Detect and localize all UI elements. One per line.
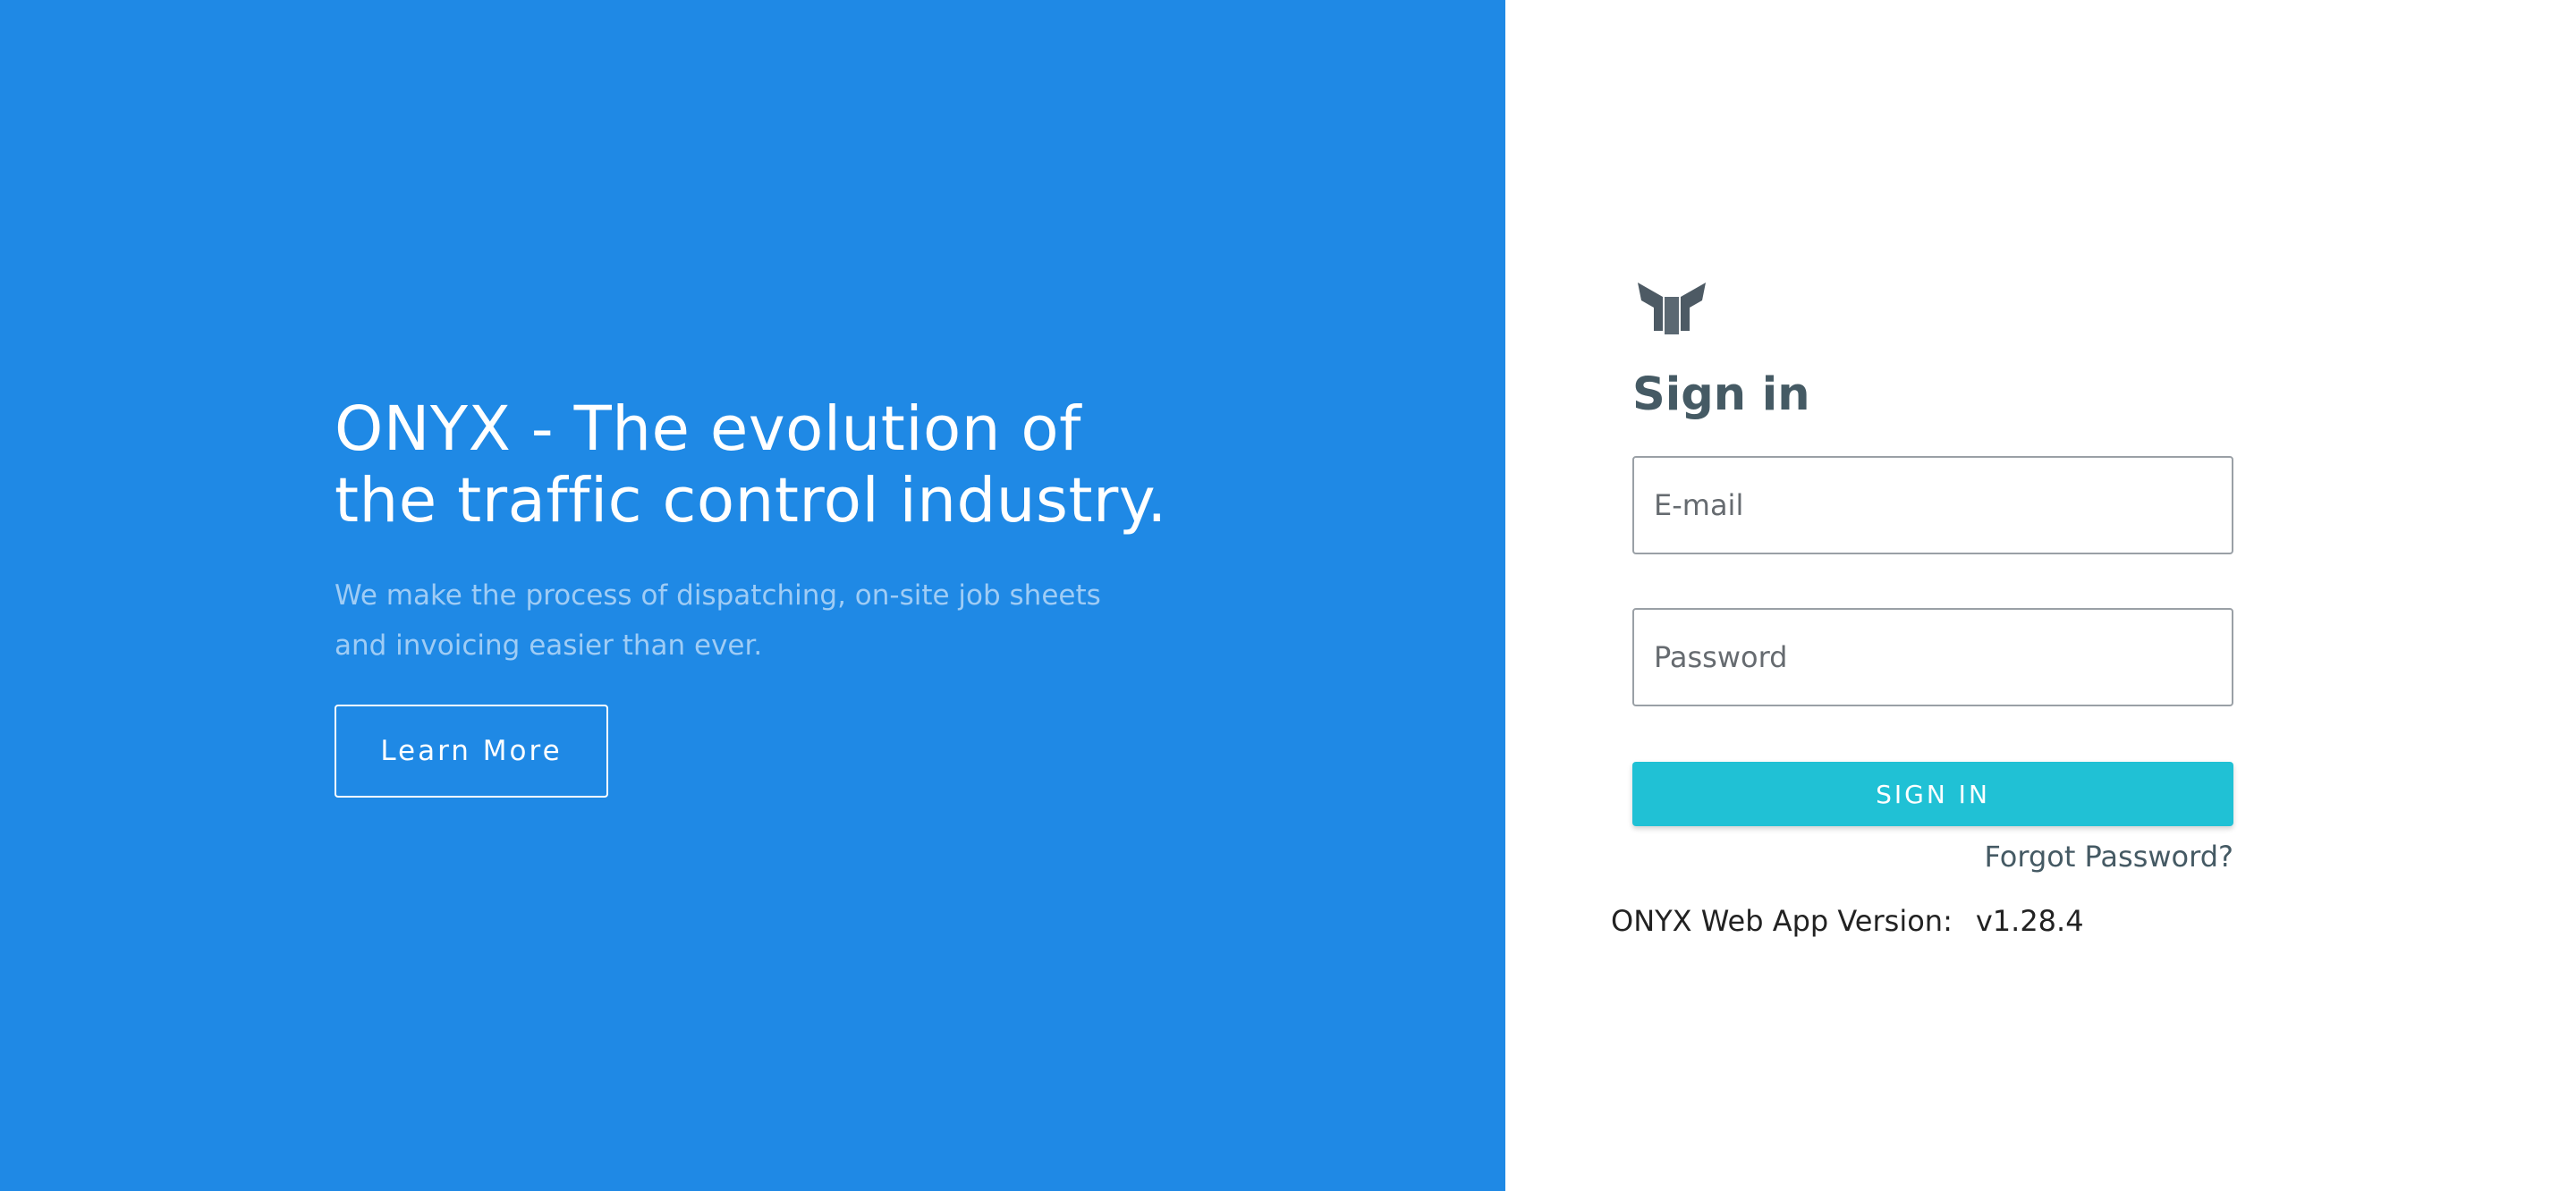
email-field[interactable] (1632, 456, 2233, 554)
password-field[interactable] (1632, 608, 2233, 706)
sign-in-button[interactable]: SIGN IN (1632, 762, 2233, 826)
hero-title: ONYX - The evolution of the traffic cont… (335, 393, 1193, 536)
login-panel: Sign in SIGN IN Forgot Password? ONYX We… (1505, 0, 2576, 1191)
sign-in-title: Sign in (1632, 368, 1810, 421)
login-page: ONYX - The evolution of the traffic cont… (0, 0, 2576, 1191)
hero-content: ONYX - The evolution of the traffic cont… (335, 393, 1193, 798)
app-version: ONYX Web App Version: v1.28.4 (1611, 903, 2241, 939)
learn-more-button[interactable]: Learn More (335, 705, 608, 798)
hero-panel: ONYX - The evolution of the traffic cont… (0, 0, 1505, 1191)
hero-subtitle: We make the process of dispatching, on-s… (335, 570, 1193, 671)
hero-subtitle-line-1: We make the process of dispatching, on-s… (335, 579, 1101, 612)
hero-title-line-2: the traffic control industry. (335, 465, 1167, 536)
version-label: ONYX Web App Version: (1611, 904, 1953, 938)
forgot-password-link[interactable]: Forgot Password? (1632, 839, 2234, 874)
hero-title-line-1: ONYX - The evolution of (335, 393, 1081, 465)
login-form: Sign in SIGN IN Forgot Password? ONYX We… (1611, 275, 2241, 939)
onyx-logo-icon (1638, 283, 1706, 334)
hero-subtitle-line-2: and invoicing easier than ever. (335, 629, 763, 662)
version-value: v1.28.4 (1975, 904, 2084, 938)
